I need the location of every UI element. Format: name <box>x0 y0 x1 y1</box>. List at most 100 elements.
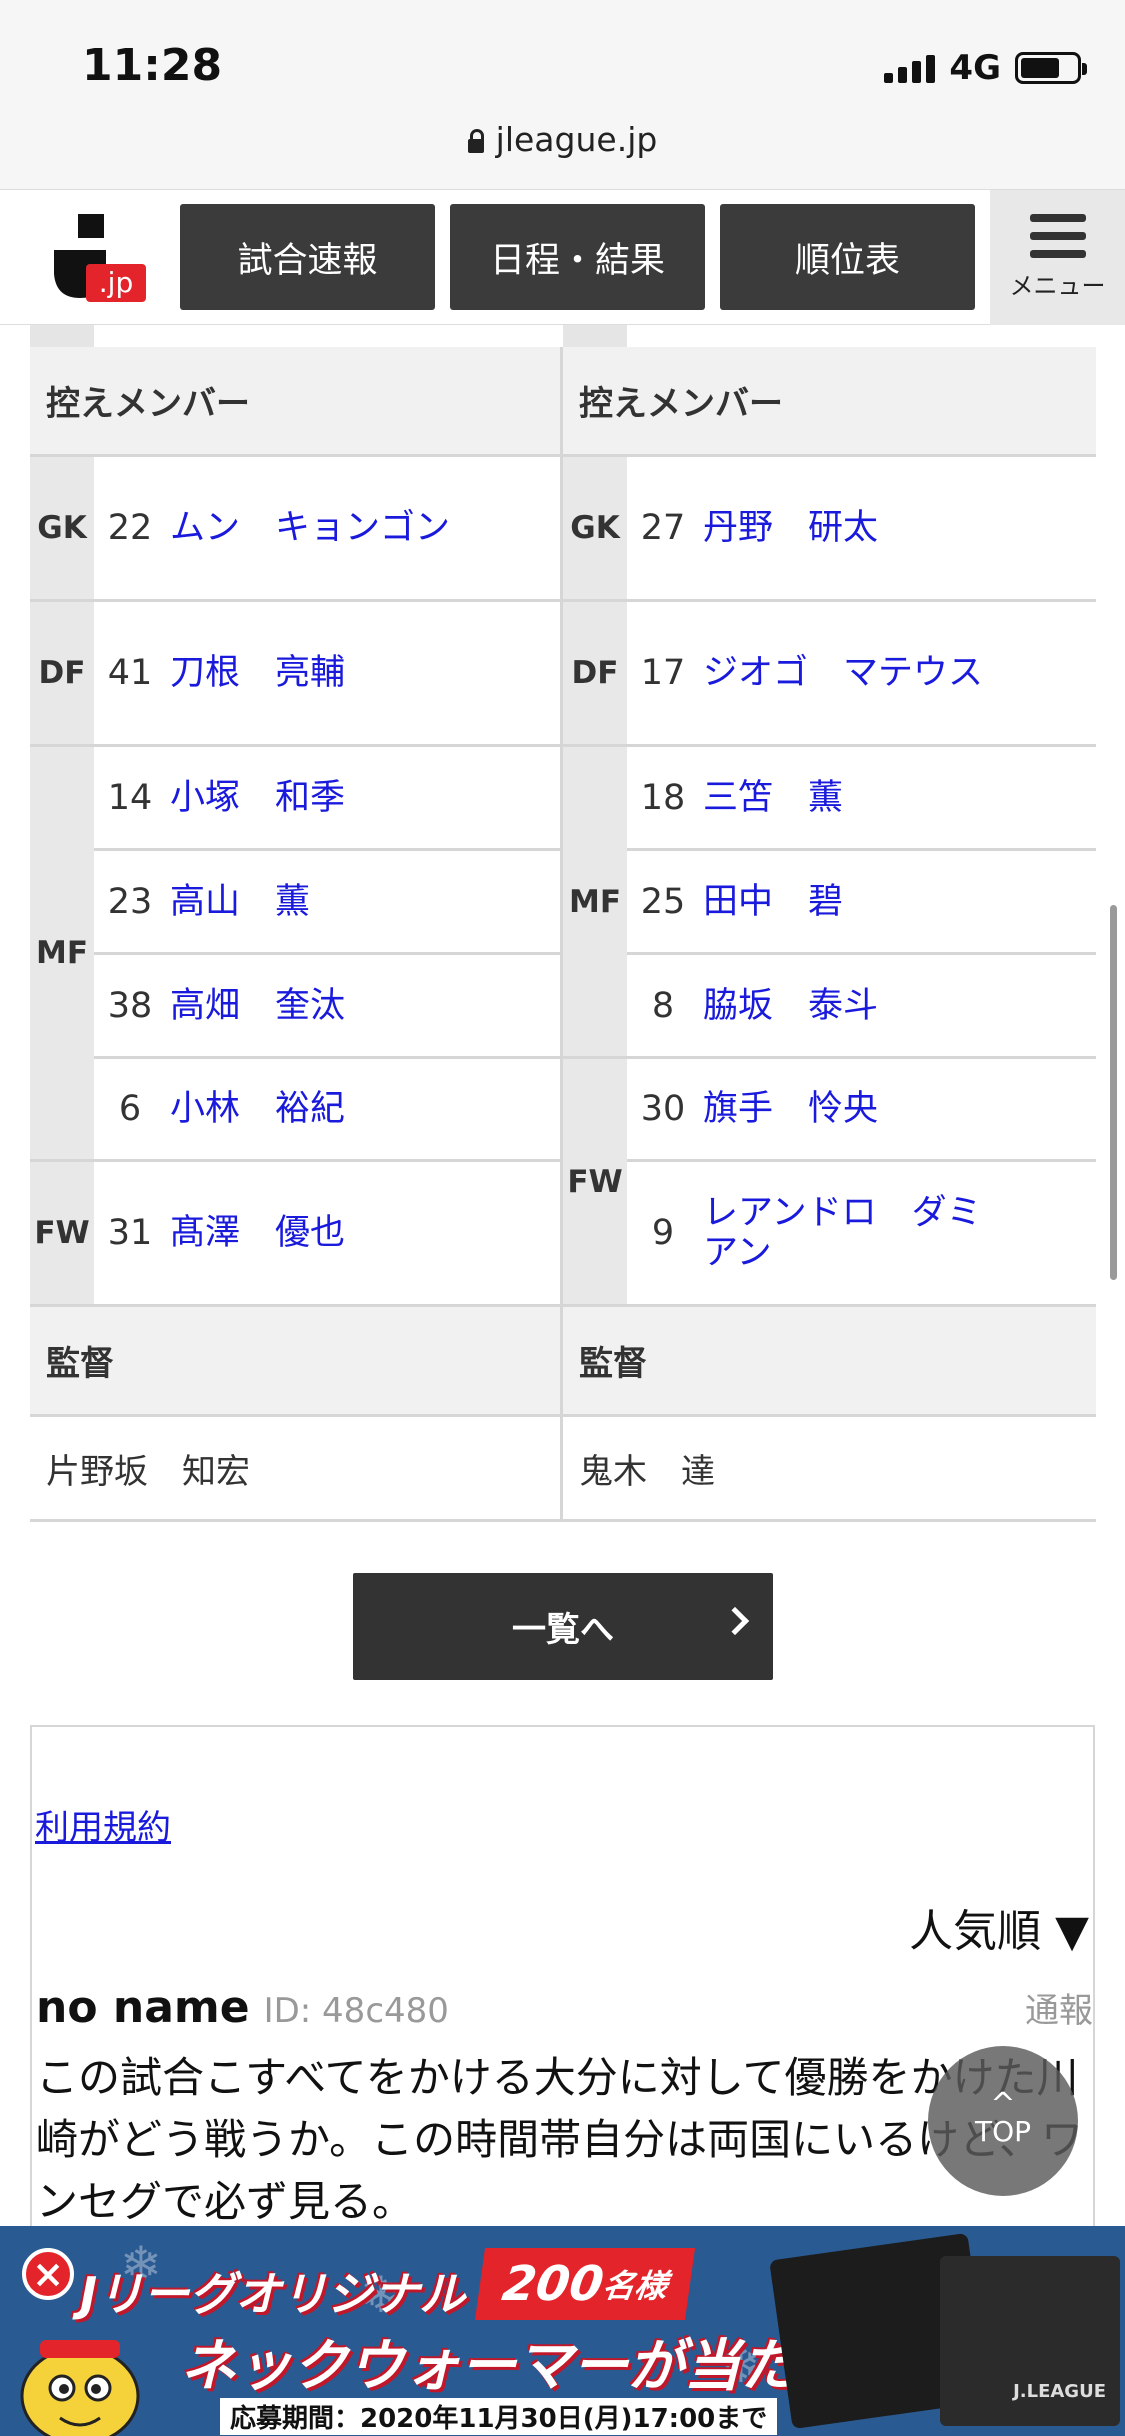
view-list-button[interactable]: 一覧へ <box>353 1573 773 1680</box>
player-link[interactable]: レアンドロ ダミアン <box>699 1193 989 1273</box>
home-manager-heading: 監督 <box>30 1307 560 1417</box>
menu-button[interactable]: メニュー <box>990 190 1125 325</box>
chevron-right-icon <box>720 1606 750 1636</box>
player-number: 31 <box>107 1213 153 1253</box>
player-number: 17 <box>640 653 686 693</box>
player-link[interactable]: 高山 薫 <box>166 882 310 922</box>
report-link[interactable]: 通報 <box>1025 1983 1093 2032</box>
nav-schedule-results[interactable]: 日程・結果 <box>450 204 705 310</box>
home-pos-df: DF <box>30 602 94 747</box>
scrollbar[interactable] <box>1110 905 1117 1280</box>
player-link[interactable]: 刀根 亮輔 <box>166 653 345 693</box>
away-player-row: 8 脇坂 泰斗 <box>627 955 1096 1059</box>
home-column: 控えメンバー GK 22 ムン キョンゴン DF 41 刀根 亮輔 MF 14 … <box>30 347 563 1522</box>
jleague-logo[interactable]: .jp <box>50 210 150 310</box>
home-pos-fw: FW <box>30 1162 94 1307</box>
home-player-row: 6 小林 裕紀 <box>94 1059 560 1162</box>
caret-up-icon: ^ <box>990 2086 1016 2122</box>
player-link[interactable]: 三笘 薫 <box>699 778 843 818</box>
ad-banner[interactable]: ❄ ❄ ❄ × Jリーグオリジナル 200 名様 ネックウォーマーが当たる! 応募… <box>0 2226 1125 2436</box>
player-number: 9 <box>651 1213 675 1253</box>
player-number: 18 <box>640 777 686 818</box>
comment-author-id: ID: 48c480 <box>263 1991 449 2031</box>
battery-icon <box>1015 52 1087 84</box>
home-player-row: 31 髙澤 優也 <box>94 1162 560 1307</box>
away-column: 控えメンバー GK 27 丹野 研太 DF 17 ジオゴ マテウス MF 18 … <box>563 347 1096 1522</box>
ad-headline-2: ネックウォーマーが当たる! <box>180 2334 878 2399</box>
url-text: jleague.jp <box>495 120 658 159</box>
signal-icon <box>884 53 936 83</box>
ad-headline-1: Jリーグオリジナル <box>80 2267 466 2321</box>
lock-icon <box>467 129 484 153</box>
home-player-row: 41 刀根 亮輔 <box>94 602 560 747</box>
address-bar[interactable]: jleague.jp <box>0 120 1125 190</box>
player-link[interactable]: 田中 碧 <box>699 882 843 922</box>
player-number: 6 <box>118 1089 142 1129</box>
site-header: .jp 試合速報 日程・結果 順位表 メニュー <box>0 190 1125 325</box>
ad-prize-badge: 200 名様 <box>474 2248 696 2320</box>
logo-jp-text: .jp <box>99 266 133 299</box>
player-link[interactable]: 髙澤 優也 <box>166 1213 345 1253</box>
player-link[interactable]: 旗手 怜央 <box>699 1089 878 1129</box>
player-number: 38 <box>107 985 153 1026</box>
ad-prize-count: 200 <box>498 2256 608 2312</box>
home-player-row: 38 高畑 奎汰 <box>94 955 560 1059</box>
back-to-top-button[interactable]: ^ TOP <box>928 2046 1078 2196</box>
home-player-row: 23 高山 薫 <box>94 851 560 955</box>
away-player-row: 30 旗手 怜央 <box>627 1059 1096 1162</box>
player-link[interactable]: 高畑 奎汰 <box>166 986 345 1026</box>
home-player-row: 22 ムン キョンゴン <box>94 457 560 602</box>
ad-prize-unit: 名様 <box>600 2267 670 2305</box>
player-number: 14 <box>107 777 153 818</box>
home-manager-name: 片野坂 知宏 <box>30 1417 560 1522</box>
player-link[interactable]: 脇坂 泰斗 <box>699 986 878 1026</box>
player-link[interactable]: ジオゴ マテウス <box>699 653 983 693</box>
away-pos-mf: MF <box>563 747 627 1059</box>
home-subs-heading: 控えメンバー <box>30 347 560 457</box>
network-type: 4G <box>949 48 1001 88</box>
status-indicators: 4G <box>884 48 1087 88</box>
hamburger-icon <box>1029 214 1086 258</box>
sort-dropdown[interactable]: 人気順 ▼ <box>909 1895 1089 1959</box>
away-pos-fw: FW <box>563 1059 627 1307</box>
away-manager-name: 鬼木 達 <box>563 1417 1096 1522</box>
ad-close-button[interactable]: × <box>22 2248 74 2300</box>
comment-author: no name ID: 48c480 <box>36 1982 449 2033</box>
player-number: 22 <box>107 508 153 548</box>
away-player-row: 17 ジオゴ マテウス <box>627 602 1096 747</box>
away-player-row: 27 丹野 研太 <box>627 457 1096 602</box>
url-display[interactable]: jleague.jp <box>0 120 1125 159</box>
player-link[interactable]: 丹野 研太 <box>699 508 878 548</box>
player-link[interactable]: 小塚 和季 <box>166 778 345 818</box>
player-link[interactable]: 小林 裕紀 <box>166 1089 345 1129</box>
terms-link[interactable]: 利用規約 <box>35 1800 171 1849</box>
home-pos-mf: MF <box>30 747 94 1162</box>
player-number: 41 <box>107 653 153 693</box>
player-number: 23 <box>107 881 153 922</box>
menu-label: メニュー <box>1009 272 1106 300</box>
product-brand: J.LEAGUE <box>1013 2381 1106 2402</box>
ad-period: 応募期間：2020年11月30日(月)17:00まで <box>220 2398 778 2435</box>
nav-standings[interactable]: 順位表 <box>720 204 975 310</box>
away-pos-gk: GK <box>563 457 627 602</box>
away-subs-heading: 控えメンバー <box>563 347 1096 457</box>
away-player-row: 9 レアンドロ ダミアン <box>627 1162 1096 1307</box>
away-manager-heading: 監督 <box>563 1307 1096 1417</box>
home-pos-gk: GK <box>30 457 94 602</box>
mascot-image <box>20 2340 140 2436</box>
player-number: 8 <box>651 985 675 1026</box>
neck-warmer-image: J.LEAGUE <box>940 2256 1120 2426</box>
view-list-label: 一覧へ <box>512 1610 614 1650</box>
away-player-row: 18 三笘 薫 <box>627 747 1096 851</box>
home-player-row: 14 小塚 和季 <box>94 747 560 851</box>
player-number: 25 <box>640 881 686 922</box>
comment-author-name: no name <box>36 1982 250 2033</box>
away-pos-df: DF <box>563 602 627 747</box>
away-player-row: 25 田中 碧 <box>627 851 1096 955</box>
nav-live-scores[interactable]: 試合速報 <box>180 204 435 310</box>
status-time: 11:28 <box>82 40 223 91</box>
player-number: 27 <box>640 508 686 548</box>
player-link[interactable]: ムン キョンゴン <box>166 508 450 548</box>
status-bar: 11:28 4G <box>0 0 1125 120</box>
player-number: 30 <box>640 1089 686 1129</box>
